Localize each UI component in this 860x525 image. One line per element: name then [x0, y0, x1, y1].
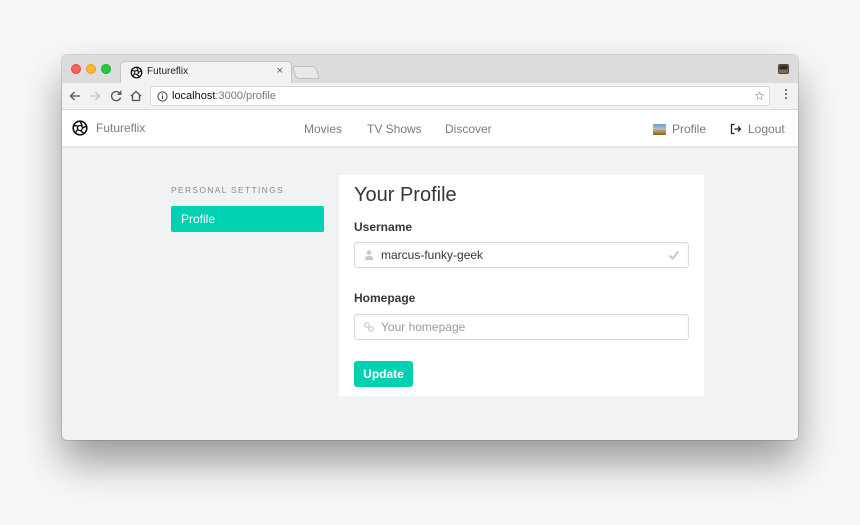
nav-logout-link[interactable]: Logout	[730, 122, 785, 136]
browser-window: Futureflix × localhost:3000/profile ☆ Fu…	[62, 55, 798, 440]
link-icon	[364, 322, 374, 332]
reload-icon[interactable]	[109, 89, 123, 103]
info-icon[interactable]	[157, 91, 168, 102]
sidebar-heading: PERSONAL SETTINGS	[171, 185, 284, 195]
sidebar-item-profile[interactable]: Profile	[171, 206, 324, 232]
aperture-logo-icon	[72, 120, 88, 136]
aperture-icon	[130, 66, 143, 79]
page: Futureflix Movies TV Shows Discover Prof…	[62, 110, 798, 440]
nav-link-movies[interactable]: Movies	[304, 122, 342, 136]
forward-icon[interactable]	[88, 89, 102, 103]
tab-title: Futureflix	[147, 66, 189, 77]
maximize-window-button[interactable]	[101, 64, 111, 74]
url-host: localhost	[172, 90, 216, 102]
minimize-window-button[interactable]	[86, 64, 96, 74]
homepage-label: Homepage	[354, 291, 416, 305]
back-icon[interactable]	[68, 89, 82, 103]
new-tab-button[interactable]	[291, 66, 321, 79]
homepage-field[interactable]	[354, 314, 689, 340]
brand-link[interactable]: Futureflix	[72, 120, 145, 136]
app-navbar: Futureflix Movies TV Shows Discover Prof…	[62, 110, 798, 148]
browser-tab[interactable]: Futureflix ×	[120, 61, 292, 84]
nav-link-tv-shows[interactable]: TV Shows	[367, 122, 422, 136]
profile-card: Your Profile Username Homepage	[339, 175, 704, 396]
address-bar[interactable]: localhost:3000/profile ☆	[150, 86, 770, 106]
url-text[interactable]: localhost:3000/profile	[172, 90, 276, 102]
logout-icon	[730, 123, 742, 135]
tab-strip: Futureflix ×	[62, 55, 798, 84]
page-title: Your Profile	[354, 184, 457, 206]
nav-profile-link[interactable]: Profile	[653, 122, 706, 136]
tab-close-icon[interactable]: ×	[277, 65, 283, 77]
check-icon	[668, 250, 680, 260]
avatar	[653, 123, 666, 135]
update-button[interactable]: Update	[354, 361, 413, 387]
username-label: Username	[354, 220, 413, 234]
nav-link-discover[interactable]: Discover	[445, 122, 492, 136]
homepage-input[interactable]	[381, 315, 671, 339]
home-icon[interactable]	[129, 89, 143, 103]
nav-logout-label: Logout	[748, 122, 785, 136]
extension-icon[interactable]	[778, 64, 789, 74]
username-input[interactable]	[381, 243, 671, 267]
star-icon[interactable]: ☆	[754, 89, 765, 103]
menu-icon[interactable]	[785, 89, 788, 103]
brand-name: Futureflix	[96, 121, 146, 135]
nav-profile-label: Profile	[672, 122, 707, 136]
close-window-button[interactable]	[71, 64, 81, 74]
user-icon	[365, 250, 373, 260]
browser-toolbar: localhost:3000/profile ☆	[62, 83, 798, 110]
username-field[interactable]	[354, 242, 689, 268]
url-path: :3000/profile	[215, 90, 276, 102]
